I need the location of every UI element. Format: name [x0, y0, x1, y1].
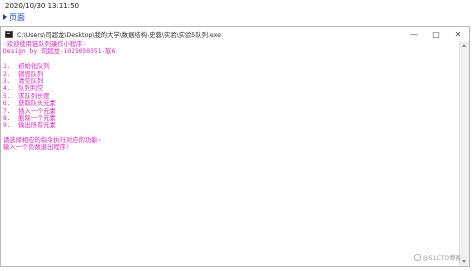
window-controls: — □ ✕ — [403, 27, 469, 41]
menu-item-delete: 8. 删除一个元素 — [3, 114, 56, 122]
menu-item-empty-check: 4. 队列判空 — [3, 85, 44, 93]
watermark: @51CTO博客 — [413, 253, 461, 262]
scroll-down-icon[interactable] — [462, 260, 466, 263]
document-header: 2020/10/30 13:11:50 页面 — [0, 0, 474, 26]
watermark-logo-icon — [413, 254, 421, 261]
console-window: C:\Users\司超龙\Desktop\我的大学\数据结构-史蓉\实验\实验5… — [0, 26, 470, 267]
menu-item-length: 5. 求队列长度 — [3, 92, 50, 100]
menu-item-clear: 3. 清空队列 — [3, 77, 44, 85]
menu-item-init: 1. 初始化队列 — [3, 63, 50, 71]
scroll-up-icon[interactable] — [462, 44, 466, 47]
page-link-label[interactable]: 页面 — [9, 12, 25, 23]
close-button[interactable]: ✕ — [447, 27, 469, 41]
menu-item-destroy: 2. 销毁队列 — [3, 70, 44, 78]
minimize-button[interactable]: — — [403, 27, 425, 41]
prompt-line: 请选择相应的指令执行对应的功能~ — [3, 137, 102, 145]
credit-line: Design by 司超龙-1925050351-软6 — [3, 48, 116, 56]
document-timestamp: 2020/10/30 13:11:50 — [5, 2, 80, 10]
page-link[interactable]: 页面 — [3, 11, 25, 23]
vertical-scrollbar[interactable] — [459, 41, 469, 266]
exit-hint-line: 输入一个负数退出程序! — [3, 144, 70, 152]
menu-item-get-head: 6. 获取队头元素 — [3, 100, 56, 108]
window-titlebar[interactable]: C:\Users\司超龙\Desktop\我的大学\数据结构-史蓉\实验\实验5… — [1, 27, 469, 41]
console-output[interactable]: ☆欢迎使用链队列操作小程序☆ Design by 司超龙-1925050351-… — [3, 41, 459, 266]
menu-item-print-all: 9. 输出所有元素 — [3, 122, 56, 130]
console-app-icon — [5, 30, 13, 38]
watermark-text: @51CTO博客 — [422, 255, 461, 262]
menu-item-insert: 7. 插入一个元素 — [3, 107, 56, 115]
window-title: C:\Users\司超龙\Desktop\我的大学\数据结构-史蓉\实验\实验5… — [17, 31, 222, 39]
link-arrow-icon — [3, 14, 7, 20]
maximize-button[interactable]: □ — [425, 27, 447, 41]
